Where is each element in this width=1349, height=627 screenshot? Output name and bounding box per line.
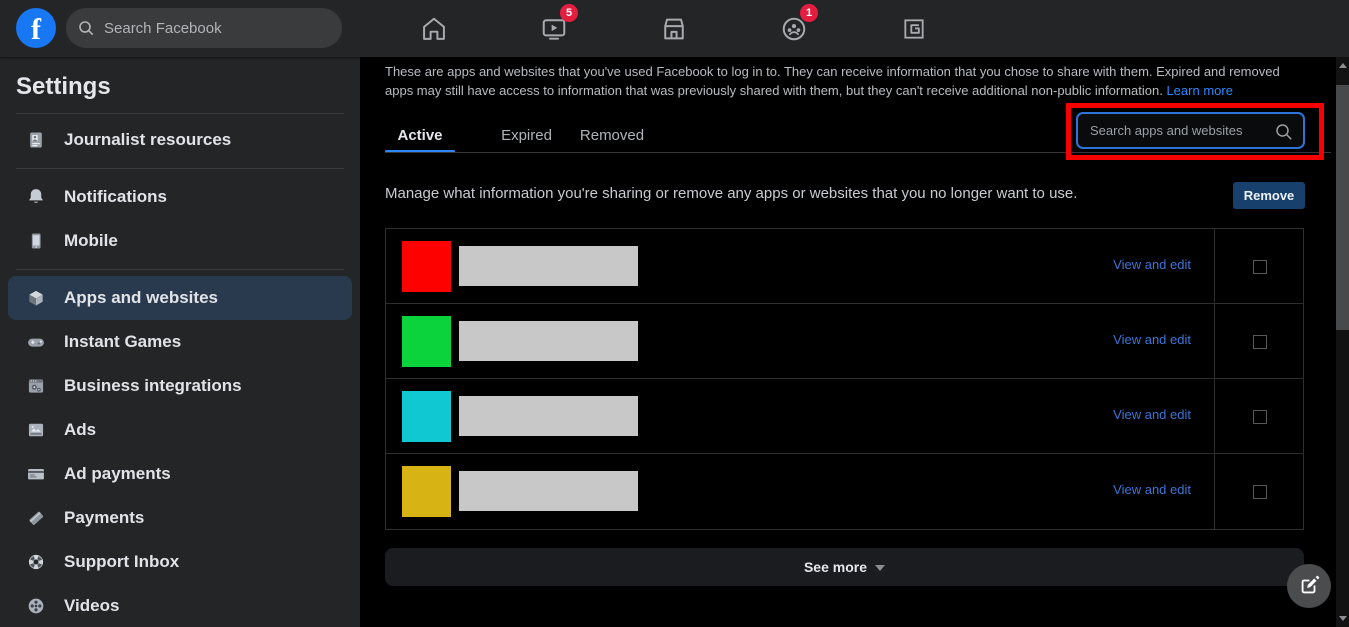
app-row: View and edit <box>386 454 1303 529</box>
topbar-nav-tabs: 5 1 <box>374 0 974 57</box>
manage-info-text: Manage what information you're sharing o… <box>385 185 1077 202</box>
app-row-checkbox[interactable] <box>1253 260 1267 274</box>
app-row: View and edit <box>386 379 1303 454</box>
app-row-checkbox[interactable] <box>1253 335 1267 349</box>
app-icon-redacted <box>402 241 451 292</box>
sidebar-item-label: Apps and websites <box>64 288 218 308</box>
sidebar-item-label: Payments <box>64 508 144 528</box>
marketplace-icon <box>660 15 688 43</box>
sidebar-item-label: Ads <box>64 420 96 440</box>
lifebuoy-icon <box>24 550 48 574</box>
nav-tab-marketplace[interactable] <box>614 0 734 57</box>
nav-tab-watch[interactable]: 5 <box>494 0 614 57</box>
credit-card-icon <box>24 462 48 486</box>
divider <box>16 113 344 114</box>
view-and-edit-link[interactable]: View and edit <box>1113 257 1191 272</box>
apps-search-box[interactable] <box>1076 112 1305 149</box>
home-icon <box>420 15 448 43</box>
app-row: View and edit <box>386 229 1303 304</box>
apps-cube-icon <box>24 286 48 310</box>
bell-icon <box>24 185 48 209</box>
sidebar-item-ads[interactable]: Ads <box>8 408 352 452</box>
search-icon <box>78 20 94 36</box>
sidebar-item-label: Business integrations <box>64 376 242 396</box>
nav-tab-groups[interactable]: 1 <box>734 0 854 57</box>
gaming-icon <box>901 16 927 42</box>
description-text: These are apps and websites that you've … <box>385 64 1280 98</box>
see-more-button[interactable]: See more <box>385 548 1304 586</box>
top-navigation-bar: f 5 <box>0 0 1349 57</box>
sidebar-item-label: Notifications <box>64 187 167 207</box>
sidebar-item-label: Instant Games <box>64 332 181 352</box>
settings-sidebar: Settings Journalist resources Notificati… <box>0 57 360 627</box>
sidebar-item-ad-payments[interactable]: Ad payments <box>8 452 352 496</box>
sidebar-item-label: Ad payments <box>64 464 171 484</box>
game-controller-icon <box>24 330 48 354</box>
payment-card-icon <box>24 506 48 530</box>
view-and-edit-link[interactable]: View and edit <box>1113 407 1191 422</box>
mobile-icon <box>24 229 48 253</box>
panel-description: These are apps and websites that you've … <box>385 62 1287 100</box>
divider <box>16 168 344 169</box>
watch-badge: 5 <box>560 4 578 22</box>
edit-pencil-icon <box>1298 575 1320 597</box>
app-row-checkbox[interactable] <box>1253 485 1267 499</box>
tab-active[interactable]: Active <box>385 118 455 152</box>
groups-badge: 1 <box>800 4 818 22</box>
search-icon <box>1275 123 1293 141</box>
app-row-checkbox[interactable] <box>1253 410 1267 424</box>
column-divider <box>1214 229 1215 529</box>
see-more-label: See more <box>804 559 867 575</box>
sidebar-item-notifications[interactable]: Notifications <box>8 175 352 219</box>
chevron-down-icon <box>875 565 885 571</box>
scroll-up-arrow[interactable] <box>1339 63 1347 68</box>
view-and-edit-link[interactable]: View and edit <box>1113 332 1191 347</box>
sidebar-title: Settings <box>16 73 360 101</box>
sidebar-item-label: Journalist resources <box>64 130 231 150</box>
sidebar-item-instant-games[interactable]: Instant Games <box>8 320 352 364</box>
sidebar-item-journalist-resources[interactable]: Journalist resources <box>8 118 352 162</box>
tab-removed[interactable]: Removed <box>565 118 659 152</box>
app-icon-redacted <box>402 391 451 442</box>
apps-and-websites-panel: These are apps and websites that you've … <box>360 57 1336 627</box>
nav-tab-home[interactable] <box>374 0 494 57</box>
active-apps-table: View and edit View and edit View and edi… <box>385 228 1304 530</box>
search-facebook-input[interactable] <box>102 19 302 38</box>
sidebar-item-payments[interactable]: Payments <box>8 496 352 540</box>
view-and-edit-link[interactable]: View and edit <box>1113 482 1191 497</box>
sidebar-item-label: Mobile <box>64 231 118 251</box>
nav-tab-gaming[interactable] <box>854 0 974 57</box>
compose-edit-fab[interactable] <box>1287 564 1331 608</box>
apps-search-input[interactable] <box>1078 122 1258 139</box>
sidebar-item-label: Videos <box>64 596 119 616</box>
app-name-redacted <box>459 321 638 361</box>
scrollbar-thumb[interactable] <box>1336 85 1349 330</box>
sidebar-item-support-inbox[interactable]: Support Inbox <box>8 540 352 584</box>
business-window-icon <box>24 374 48 398</box>
sidebar-item-label: Support Inbox <box>64 552 179 572</box>
learn-more-link[interactable]: Learn more <box>1166 83 1232 98</box>
app-name-redacted <box>459 396 638 436</box>
scroll-down-arrow[interactable] <box>1339 616 1347 621</box>
app-name-redacted <box>459 471 638 511</box>
facebook-search-bar[interactable] <box>66 8 342 48</box>
facebook-logo[interactable]: f <box>16 8 56 48</box>
app-row: View and edit <box>386 304 1303 379</box>
id-card-icon <box>24 128 48 152</box>
sidebar-item-videos[interactable]: Videos <box>8 584 352 627</box>
vertical-scrollbar[interactable] <box>1336 57 1349 627</box>
divider <box>385 152 1331 153</box>
app-icon-redacted <box>402 316 451 367</box>
remove-button[interactable]: Remove <box>1233 182 1305 209</box>
app-icon-redacted <box>402 466 451 517</box>
divider <box>16 269 344 270</box>
tab-expired[interactable]: Expired <box>488 118 565 152</box>
app-name-redacted <box>459 246 638 286</box>
sidebar-item-mobile[interactable]: Mobile <box>8 219 352 263</box>
sidebar-item-business-integrations[interactable]: Business integrations <box>8 364 352 408</box>
sidebar-item-apps-and-websites[interactable]: Apps and websites <box>8 276 352 320</box>
ads-image-icon <box>24 418 48 442</box>
film-reel-icon <box>24 594 48 618</box>
